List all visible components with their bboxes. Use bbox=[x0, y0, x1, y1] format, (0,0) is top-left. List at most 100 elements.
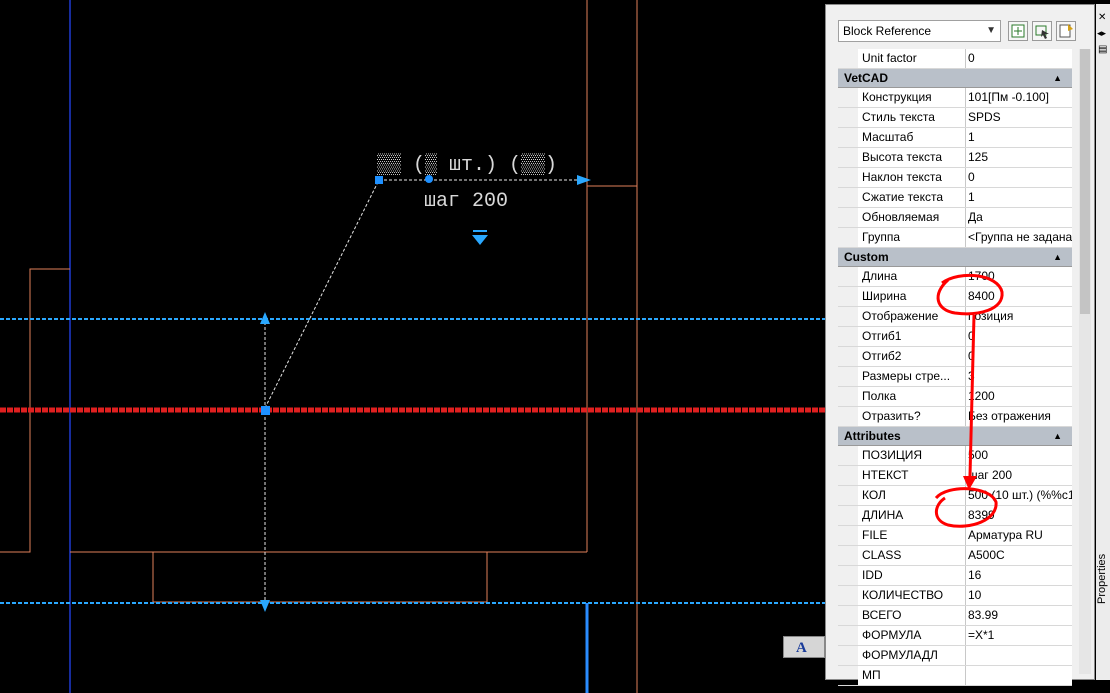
property-row[interactable]: МП bbox=[838, 666, 1072, 686]
properties-palette: Block Reference ▼ Unit factor 0 VetCAD ▲ … bbox=[825, 4, 1095, 686]
property-value[interactable]: Да bbox=[966, 208, 1072, 227]
property-label: Длина bbox=[858, 267, 966, 286]
mtext-toolbar-icon[interactable]: A bbox=[783, 636, 825, 658]
property-grid: Unit factor 0 VetCAD ▲ Конструкция 101[Пм … bbox=[838, 49, 1072, 686]
property-row[interactable]: ДЛИНА 8399 bbox=[838, 506, 1072, 526]
grip-lookup-triangle[interactable] bbox=[472, 235, 488, 245]
property-value[interactable]: 0 bbox=[966, 49, 1072, 68]
property-label: Отгиб2 bbox=[858, 347, 966, 366]
property-row[interactable]: ФОРМУЛАДЛ bbox=[838, 646, 1072, 666]
property-value[interactable]: 10 bbox=[966, 586, 1072, 605]
property-row[interactable]: Отгиб2 0 bbox=[838, 347, 1072, 367]
property-value[interactable]: 83.99 bbox=[966, 606, 1072, 625]
property-value[interactable]: 3 bbox=[966, 367, 1072, 386]
property-value[interactable]: 0 bbox=[966, 347, 1072, 366]
property-value[interactable]: 1 bbox=[966, 188, 1072, 207]
auto-hide-icon[interactable]: ◂▸ bbox=[1097, 28, 1106, 39]
grip-arrow-right[interactable] bbox=[577, 175, 591, 185]
property-label: Масштаб bbox=[858, 128, 966, 147]
property-label: ДЛИНА bbox=[858, 506, 966, 525]
category-attributes[interactable]: Attributes ▲ bbox=[838, 427, 1072, 446]
property-row[interactable]: FILE Арматура RU bbox=[838, 526, 1072, 546]
select-objects-button[interactable] bbox=[1032, 21, 1052, 41]
property-value[interactable]: позиция bbox=[966, 307, 1072, 326]
property-row[interactable]: Конструкция 101[Пм -0.100] bbox=[838, 88, 1072, 108]
property-row[interactable]: Обновляемая Да bbox=[838, 208, 1072, 228]
palette-menu-icon[interactable]: ▤ bbox=[1098, 44, 1107, 55]
property-row[interactable]: НТЕКСТ шаг 200 bbox=[838, 466, 1072, 486]
quick-select-button[interactable] bbox=[1056, 21, 1076, 41]
select-objects-icon bbox=[1035, 25, 1049, 39]
property-row[interactable]: IDD 16 bbox=[838, 566, 1072, 586]
property-value[interactable]: Без отражения bbox=[966, 407, 1072, 426]
property-row[interactable]: Высота текста 125 bbox=[838, 148, 1072, 168]
property-value[interactable] bbox=[966, 666, 1072, 685]
property-value[interactable]: 101[Пм -0.100] bbox=[966, 88, 1072, 107]
property-row[interactable]: Наклон текста 0 bbox=[838, 168, 1072, 188]
property-value[interactable]: 125 bbox=[966, 148, 1072, 167]
property-value[interactable]: 0 bbox=[966, 327, 1072, 346]
category-label: Attributes bbox=[844, 429, 901, 443]
property-row[interactable]: Сжатие текста 1 bbox=[838, 188, 1072, 208]
grip-arrow-down[interactable] bbox=[260, 600, 270, 612]
grip-square[interactable] bbox=[261, 406, 270, 415]
object-type-label: Block Reference bbox=[843, 24, 932, 38]
property-value[interactable]: =X*1 bbox=[966, 626, 1072, 645]
property-value[interactable]: 500 (10 шт.) (%%c16) bbox=[966, 486, 1072, 505]
property-row[interactable]: ФОРМУЛА =X*1 bbox=[838, 626, 1072, 646]
mtext-glyph: A bbox=[796, 640, 807, 656]
scrollbar-thumb[interactable] bbox=[1080, 49, 1090, 314]
property-value[interactable]: 0 bbox=[966, 168, 1072, 187]
property-row[interactable]: Масштаб 1 bbox=[838, 128, 1072, 148]
collapse-icon[interactable]: ▲ bbox=[1053, 69, 1062, 88]
leader-text-line1: ▒▒ (▒ шт.) (▒▒) bbox=[377, 153, 557, 177]
property-row[interactable]: ВСЕГО 83.99 bbox=[838, 606, 1072, 626]
property-label: Полка bbox=[858, 387, 966, 406]
palette-titlebar[interactable]: ✕ ◂▸ ▤ Properties bbox=[1096, 4, 1110, 680]
property-row[interactable]: Отображение позиция bbox=[838, 307, 1072, 327]
property-value[interactable]: 500 bbox=[966, 446, 1072, 465]
object-type-dropdown[interactable]: Block Reference ▼ bbox=[838, 20, 1001, 42]
category-vetcad[interactable]: VetCAD ▲ bbox=[838, 69, 1072, 88]
property-row[interactable]: Стиль текста SPDS bbox=[838, 108, 1072, 128]
property-label: IDD bbox=[858, 566, 966, 585]
property-row[interactable]: Длина 1700 bbox=[838, 267, 1072, 287]
palette-scrollbar[interactable] bbox=[1079, 49, 1091, 674]
property-row[interactable]: Группа <Группа не задана> bbox=[838, 228, 1072, 248]
property-value[interactable]: 1700 bbox=[966, 267, 1072, 286]
collapse-icon[interactable]: ▲ bbox=[1053, 248, 1062, 267]
toggle-pickadd-button[interactable] bbox=[1008, 21, 1028, 41]
close-icon[interactable]: ✕ bbox=[1098, 12, 1106, 23]
property-value[interactable]: 16 bbox=[966, 566, 1072, 585]
category-custom[interactable]: Custom ▲ bbox=[838, 248, 1072, 267]
property-label: Отразить? bbox=[858, 407, 966, 426]
property-value[interactable]: Арматура RU bbox=[966, 526, 1072, 545]
property-row[interactable]: ПОЗИЦИЯ 500 bbox=[838, 446, 1072, 466]
property-value[interactable]: шаг 200 bbox=[966, 466, 1072, 485]
property-value[interactable]: 8399 bbox=[966, 506, 1072, 525]
collapse-icon[interactable]: ▲ bbox=[1053, 427, 1062, 446]
grip-square[interactable] bbox=[375, 176, 383, 184]
property-value[interactable]: 1200 bbox=[966, 387, 1072, 406]
property-value[interactable]: SPDS bbox=[966, 108, 1072, 127]
property-value[interactable] bbox=[966, 646, 1072, 665]
property-value[interactable]: A500C bbox=[966, 546, 1072, 565]
property-label: КОЛИЧЕСТВО bbox=[858, 586, 966, 605]
property-label: Наклон текста bbox=[858, 168, 966, 187]
property-row[interactable]: Отразить? Без отражения bbox=[838, 407, 1072, 427]
property-row[interactable]: Размеры стре... 3 bbox=[838, 367, 1072, 387]
property-row[interactable]: CLASS A500C bbox=[838, 546, 1072, 566]
property-label: Размеры стре... bbox=[858, 367, 966, 386]
property-row[interactable]: КОЛ500 (10 шт.) (%%c16) bbox=[838, 486, 1072, 506]
property-value[interactable]: 1 bbox=[966, 128, 1072, 147]
property-value[interactable]: 8400 bbox=[966, 287, 1072, 306]
property-row[interactable]: Отгиб1 0 bbox=[838, 327, 1072, 347]
properties-tab[interactable]: Properties bbox=[1096, 554, 1108, 604]
property-label: Отгиб1 bbox=[858, 327, 966, 346]
property-row[interactable]: Unit factor 0 bbox=[838, 49, 1072, 69]
property-value[interactable]: <Группа не задана> bbox=[966, 228, 1072, 247]
property-row[interactable]: Полка 1200 bbox=[838, 387, 1072, 407]
property-label: ВСЕГО bbox=[858, 606, 966, 625]
property-row[interactable]: КОЛИЧЕСТВО 10 bbox=[838, 586, 1072, 606]
property-row[interactable]: Ширина 8400 bbox=[838, 287, 1072, 307]
